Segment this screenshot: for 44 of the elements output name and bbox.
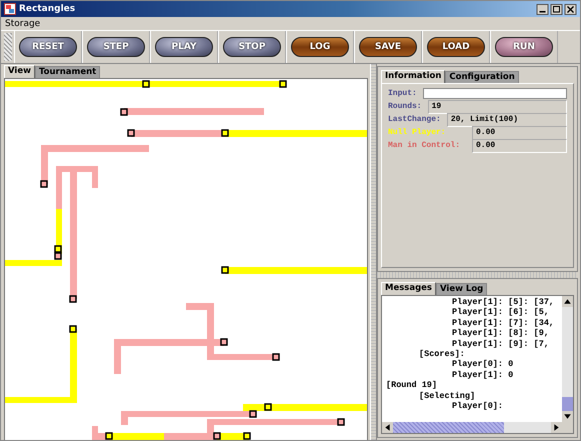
tab[interactable]: Tournament <box>34 66 100 78</box>
field-value: 20, Limit(100) <box>446 112 567 126</box>
input-field[interactable] <box>422 88 567 99</box>
log-line: Player[0]: 0 <box>451 359 514 370</box>
tab[interactable]: Configuration <box>445 71 519 83</box>
minimize-icon[interactable] <box>536 4 549 14</box>
app-icon <box>4 3 16 15</box>
log-line: Player[1]: [8]: [9, <box>451 328 550 339</box>
log-line: Player[1]: [5]: [37, <box>451 297 556 308</box>
log-line: Player[1]: 0 <box>451 370 514 380</box>
scroll-up-icon[interactable] <box>562 296 573 307</box>
field-value: 0.00 <box>472 126 567 140</box>
scroll-down-icon[interactable] <box>562 411 573 422</box>
field-label: Man in Control: <box>388 141 462 150</box>
window-title: Rectangles <box>19 4 76 14</box>
toolbar-button[interactable]: LOG <box>291 37 349 57</box>
close-icon[interactable] <box>564 4 577 14</box>
field-value: 0.00 <box>472 138 567 152</box>
field-label: Null Player: <box>388 128 447 137</box>
toolbar-button[interactable]: LOAD <box>427 37 485 57</box>
scroll-thumb[interactable] <box>562 397 573 411</box>
log-line: Player[1]: [7]: [34, <box>451 318 556 328</box>
scroll-thumb[interactable] <box>393 422 504 433</box>
log-line: [Selecting] <box>418 390 476 401</box>
toolbar-button[interactable]: SAVE <box>359 37 417 57</box>
log-line: [Round 19] <box>385 380 438 391</box>
log-line: [Scores]: <box>418 348 466 360</box>
tab[interactable]: Information <box>381 70 446 83</box>
scroll-right-icon[interactable] <box>551 422 562 433</box>
scroll-left-icon[interactable] <box>382 422 393 433</box>
tab[interactable]: View Log <box>436 283 488 295</box>
maximize-icon[interactable] <box>550 4 563 14</box>
toolbar-grip[interactable] <box>4 33 12 61</box>
log-line: Player[1]: [9]: [7, <box>451 338 550 349</box>
log-line: Player[0]: <box>451 400 504 412</box>
tab[interactable]: View <box>4 65 35 78</box>
field-label: Input: <box>388 89 417 98</box>
field-label: Rounds: <box>388 102 422 111</box>
field-label: LastChange: <box>388 115 441 124</box>
vertical-scrollbar[interactable] <box>562 296 573 422</box>
field-value: 19 <box>428 100 567 114</box>
menu-item[interactable]: Storage <box>5 18 40 28</box>
log-line: Player[1]: [6]: [5, <box>451 307 550 318</box>
tab[interactable]: Messages <box>381 282 436 295</box>
